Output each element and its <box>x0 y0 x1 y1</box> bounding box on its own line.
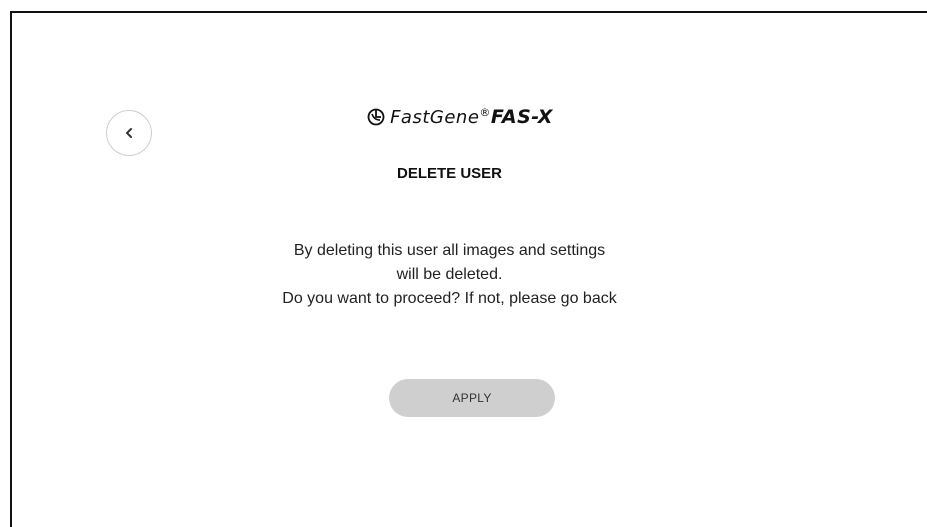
logo-registered-mark: ® <box>479 106 491 119</box>
dialog-screen: FastGene®FAS-X DELETE USER By deleting t… <box>10 11 927 527</box>
chevron-left-icon <box>126 128 132 138</box>
fastgene-logo-icon <box>367 108 385 126</box>
apply-button[interactable]: APPLY <box>389 379 555 417</box>
message-line: Do you want to proceed? If not, please g… <box>282 290 617 307</box>
logo-brand: FastGene <box>390 107 480 128</box>
message-line: By deleting this user all images and set… <box>293 242 606 259</box>
page-title: DELETE USER <box>396 165 502 182</box>
brand-logo: FastGene®FAS-X <box>12 106 927 128</box>
confirmation-message: By deleting this user all images and set… <box>0 239 907 311</box>
logo-model: FAS-X <box>490 106 553 128</box>
message-line: will be deleted. <box>396 266 503 283</box>
logo-wordmark: FastGene®FAS-X <box>390 106 553 128</box>
